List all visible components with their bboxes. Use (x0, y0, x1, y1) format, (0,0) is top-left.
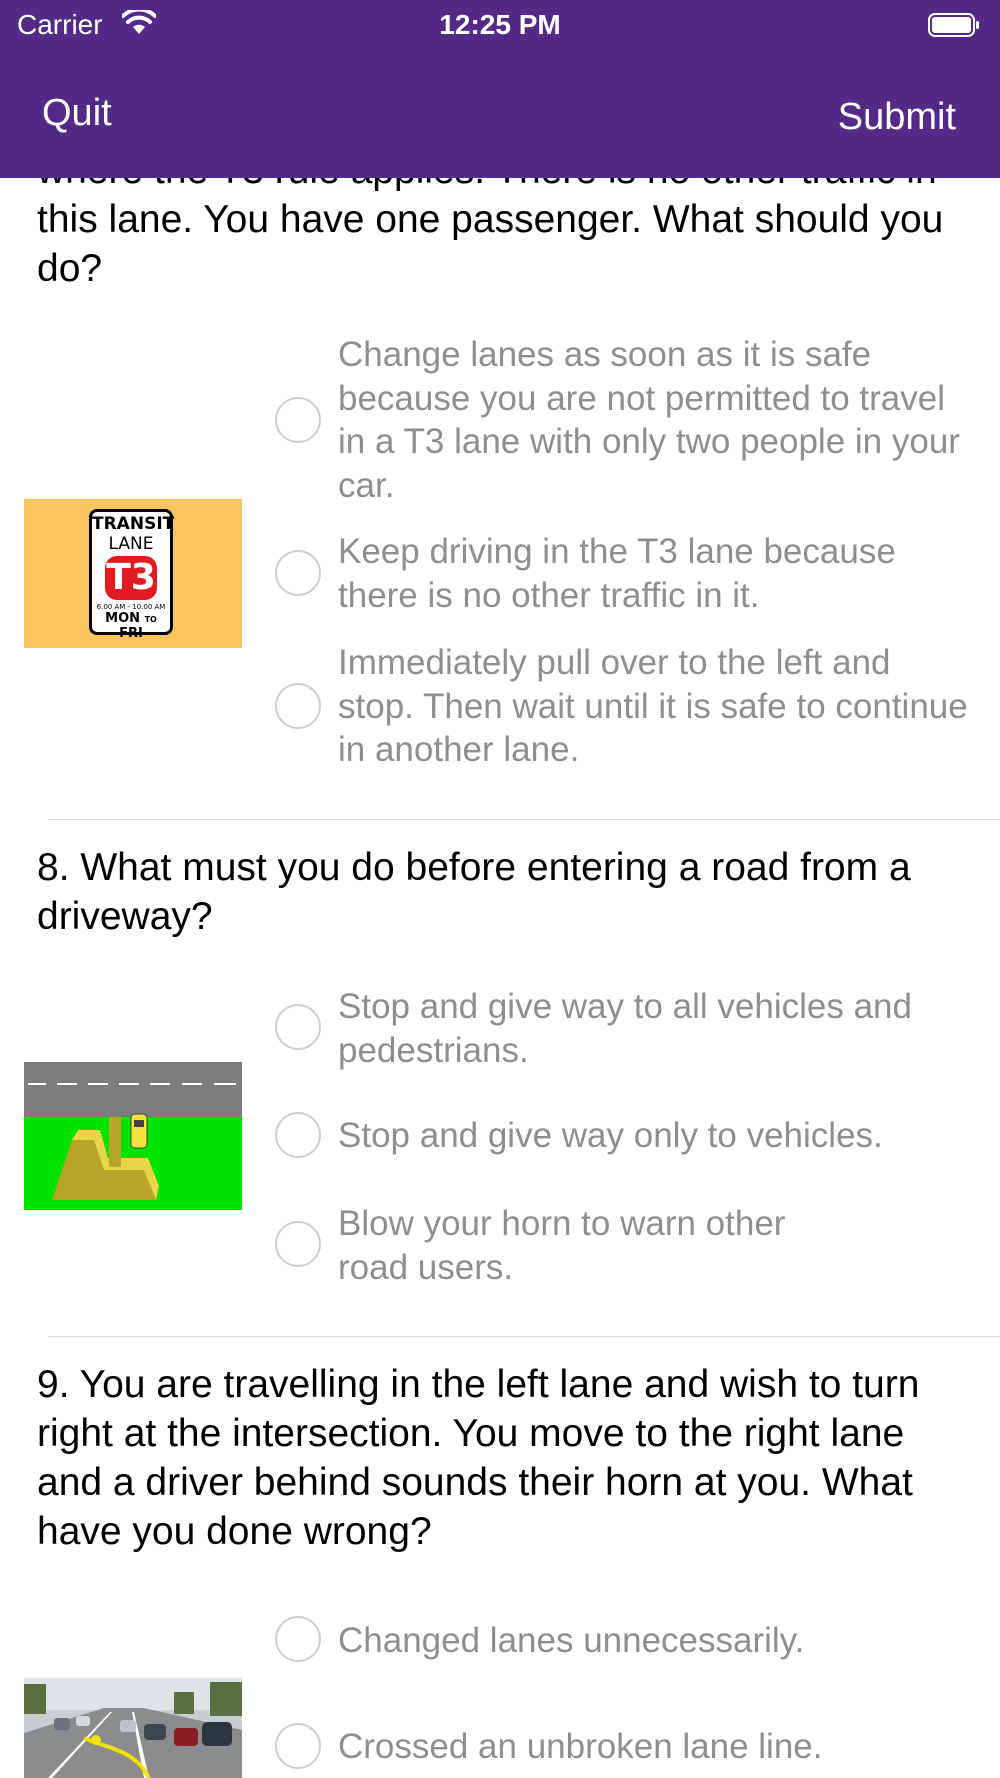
navigation-bar: Carrier 12:25 PM Quit Submit (0, 0, 1000, 178)
question-7-option-1-label[interactable]: Change lanes as soon as it is safe becau… (338, 333, 968, 507)
question-list[interactable]: where the T3 rule applies. There is no o… (0, 0, 1000, 1778)
question-divider (48, 1336, 1000, 1337)
question-9-option-1-radio[interactable] (275, 1616, 321, 1662)
question-9-option-1-label[interactable]: Changed lanes unnecessarily. (338, 1619, 968, 1663)
transit-lane-sign-image: TRANSIT LANE T3 6.00 AM - 10.00 AM MON T… (24, 499, 242, 648)
question-7-option-3-label[interactable]: Immediately pull over to the left and st… (338, 641, 968, 772)
question-9-option-2-radio[interactable] (275, 1723, 321, 1769)
sign-day-sep: TO (144, 615, 157, 624)
question-7-option-2-radio[interactable] (275, 550, 321, 596)
question-8-option-1-label[interactable]: Stop and give way to all vehicles and pe… (338, 985, 968, 1072)
question-8-option-3-radio[interactable] (275, 1221, 321, 1267)
driveway-image (24, 1062, 242, 1210)
submit-button[interactable]: Submit (838, 96, 956, 139)
sign-line2: LANE (108, 534, 154, 554)
battery-icon (928, 12, 980, 37)
question-7-option-3-radio[interactable] (275, 683, 321, 729)
quit-button[interactable]: Quit (42, 92, 112, 135)
driveway-illustration (24, 1062, 242, 1210)
question-8-option-1-radio[interactable] (275, 1004, 321, 1050)
question-8-option-2-radio[interactable] (275, 1112, 321, 1158)
clock-time: 12:25 PM (439, 9, 561, 40)
transit-lane-sign: TRANSIT LANE T3 6.00 AM - 10.00 AM MON T… (89, 509, 175, 641)
question-7-option-1-radio[interactable] (275, 397, 321, 443)
question-8-option-3-label[interactable]: Blow your horn to warn other road users. (338, 1202, 858, 1289)
question-9-text: 9. You are travelling in the left lane a… (37, 1363, 920, 1553)
sign-day-end: FRI (119, 626, 143, 641)
sign-day-start: MON (105, 611, 141, 626)
question-8-option-2-label[interactable]: Stop and give way only to vehicles. (338, 1114, 968, 1158)
question-divider (48, 819, 1000, 820)
intersection-photo (24, 1678, 242, 1778)
question-9-option-2-label[interactable]: Crossed an unbroken lane line. (338, 1725, 968, 1769)
status-bar: Carrier 12:25 PM (0, 0, 1000, 50)
t3-badge: T3 (105, 556, 157, 600)
question-7-option-2-label[interactable]: Keep driving in the T3 lane because ther… (338, 530, 968, 617)
sign-line1: TRANSIT (92, 514, 175, 534)
question-8-text: 8. What must you do before entering a ro… (37, 846, 911, 938)
intersection-illustration (24, 1678, 242, 1778)
